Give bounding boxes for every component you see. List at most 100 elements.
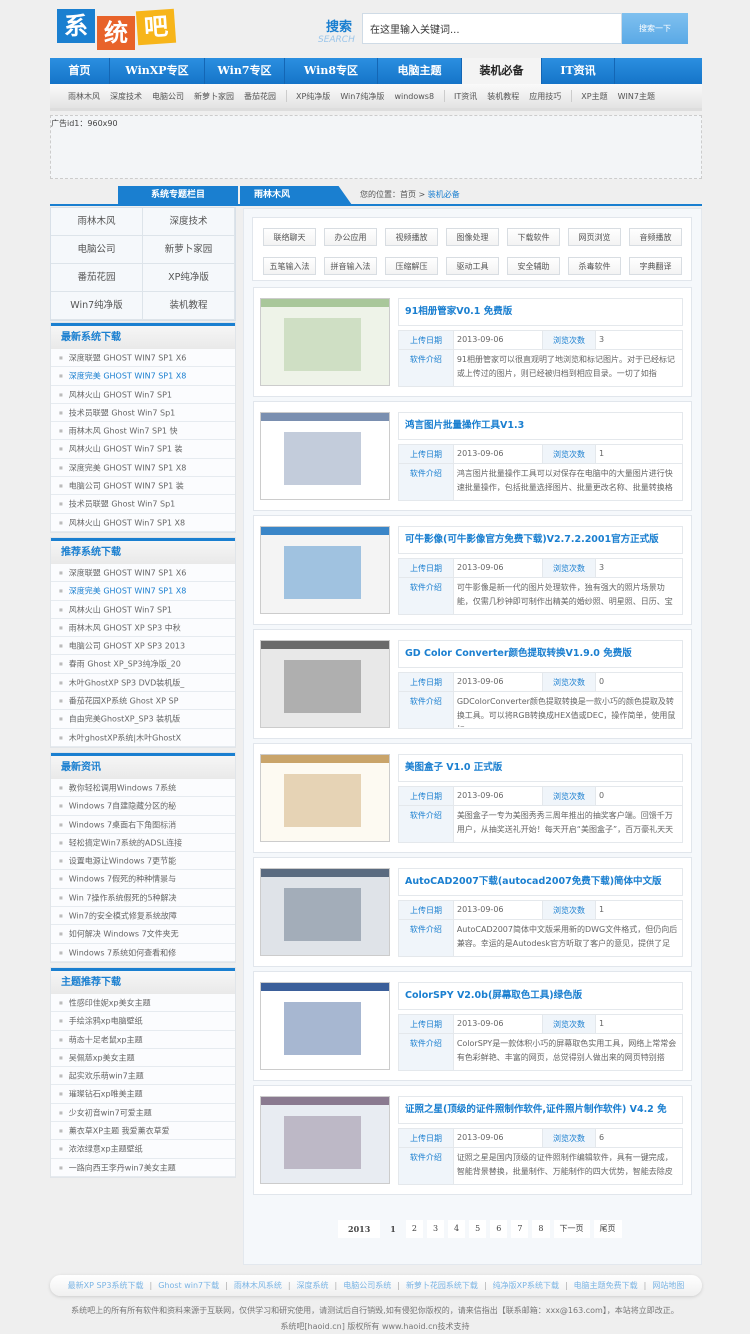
next-page-button[interactable]: 下一页 <box>553 1220 590 1238</box>
sidebar-list-item[interactable]: 教你轻松调用Windows 7系统 <box>51 779 235 798</box>
subnav-link[interactable]: 番茄花园 <box>244 91 276 102</box>
tag-button[interactable]: 下载软件 <box>507 228 560 246</box>
sidebar-list-item[interactable]: 雨林木风 Ghost Win7 SP1 快 <box>51 422 235 441</box>
page-link[interactable]: 8 <box>532 1220 550 1238</box>
software-thumbnail[interactable] <box>260 1096 390 1184</box>
sidebar-list-item[interactable]: 少女初音win7可爱主题 <box>51 1103 235 1123</box>
software-thumbnail[interactable] <box>260 412 390 500</box>
sidebar-list-item[interactable]: 璀璨钻石xp唯美主题 <box>51 1085 235 1104</box>
subnav-link[interactable]: IT资讯 <box>454 91 477 102</box>
sidebar-list-item[interactable]: Win7的安全模式修复系统故障 <box>51 907 235 926</box>
subnav-link[interactable]: 电脑公司 <box>152 91 184 102</box>
tag-button[interactable]: 字典翻译 <box>629 257 682 275</box>
sidebar-list-item[interactable]: 浓浓绿意xp主题壁纸 <box>51 1140 235 1159</box>
software-title[interactable]: GD Color Converter颜色提取转换V1.9.0 免费版 <box>398 640 683 668</box>
footer-link[interactable]: 网站地图 <box>652 1280 684 1291</box>
subnav-link[interactable]: 深度技术 <box>110 91 142 102</box>
tag-button[interactable]: 音频播放 <box>629 228 682 246</box>
category-link[interactable]: 深度技术 <box>143 208 235 236</box>
footer-link[interactable]: 电脑公司系统 <box>343 1280 391 1291</box>
software-title[interactable]: 可牛影像(可牛影像官方免费下载)V2.7.2.2001官方正式版 <box>398 526 683 554</box>
page-link[interactable]: 5 <box>469 1220 487 1238</box>
category-link[interactable]: 番茄花园 <box>51 264 143 292</box>
footer-link[interactable]: 深度系统 <box>297 1280 329 1291</box>
sidebar-list-item[interactable]: 深度联盟 GHOST WIN7 SP1 X6 <box>51 564 235 583</box>
footer-link[interactable]: 纯净版XP系统下载 <box>493 1280 559 1291</box>
software-title[interactable]: 证照之星(顶级的证件照制作软件,证件照片制作软件) V4.2 免 <box>398 1096 683 1124</box>
nav-item[interactable]: 装机必备 <box>462 58 542 84</box>
category-link[interactable]: 装机教程 <box>143 292 235 320</box>
tag-button[interactable]: 压缩解压 <box>385 257 438 275</box>
software-title[interactable]: ColorSPY V2.0b(屏幕取色工具)绿色版 <box>398 982 683 1010</box>
sidebar-list-item[interactable]: Windows 7假死的种种情景与 <box>51 870 235 889</box>
subnav-link[interactable]: 装机教程 <box>487 91 519 102</box>
sidebar-list-item[interactable]: 春雨 Ghost XP_SP3纯净版_20 <box>51 655 235 674</box>
sidebar-list-item[interactable]: 雨林木风 GHOST XP SP3 中秋 <box>51 618 235 638</box>
tag-button[interactable]: 安全辅助 <box>507 257 560 275</box>
footer-link[interactable]: 新萝卜花园系统下载 <box>406 1280 478 1291</box>
sidebar-list-item[interactable]: 深度完美 GHOST WIN7 SP1 X8 <box>51 367 235 386</box>
sidebar-list-item[interactable]: 轻松搞定Win7系统的ADSL连接 <box>51 833 235 853</box>
subnav-link[interactable]: XP纯净版 <box>296 91 330 102</box>
sidebar-list-item[interactable]: 薰衣草XP主题 我爱薰衣草爱 <box>51 1122 235 1141</box>
tag-button[interactable]: 办公应用 <box>324 228 377 246</box>
sidebar-list-item[interactable]: 电脑公司 GHOST WIN7 SP1 装 <box>51 477 235 496</box>
sidebar-list-item[interactable]: 木叶ghostXP系统|木叶GhostX <box>51 728 235 747</box>
software-thumbnail[interactable] <box>260 868 390 956</box>
sidebar-list-item[interactable]: 风林火山 GHOST Win7 SP1 <box>51 385 235 404</box>
sidebar-list-item[interactable]: 风林火山 GHOST Win7 SP1 装 <box>51 440 235 459</box>
tag-button[interactable]: 拼音输入法 <box>324 257 377 275</box>
sidebar-list-item[interactable]: Win 7操作系统假死的5种解决 <box>51 888 235 908</box>
category-link[interactable]: 雨林木风 <box>51 208 143 236</box>
sidebar-list-item[interactable]: 设置电源让Windows 7更节能 <box>51 852 235 871</box>
page-link[interactable]: 1 <box>384 1220 402 1238</box>
last-page-button[interactable]: 尾页 <box>593 1220 622 1238</box>
sidebar-list-item[interactable]: 风林火山 GHOST Win7 SP1 X8 <box>51 513 235 532</box>
tab-current-category[interactable]: 雨林木风 <box>240 186 352 205</box>
page-link[interactable]: 4 <box>448 1220 466 1238</box>
software-title[interactable]: 91相册管家V0.1 免费版 <box>398 298 683 326</box>
sidebar-list-item[interactable]: 电脑公司 GHOST XP SP3 2013 <box>51 637 235 656</box>
nav-item[interactable]: Win7专区 <box>205 58 285 84</box>
subnav-link[interactable]: XP主题 <box>581 91 607 102</box>
search-input[interactable] <box>362 13 622 44</box>
subnav-link[interactable]: 雨林木风 <box>68 91 100 102</box>
software-title[interactable]: 鸿言图片批量操作工具V1.3 <box>398 412 683 440</box>
tag-button[interactable]: 视频播放 <box>385 228 438 246</box>
tag-button[interactable]: 图像处理 <box>446 228 499 246</box>
footer-link[interactable]: 电脑主题免费下载 <box>574 1280 638 1291</box>
sidebar-list-item[interactable]: 深度完美 GHOST WIN7 SP1 X8 <box>51 582 235 601</box>
nav-item[interactable]: IT资讯 <box>542 58 615 84</box>
software-thumbnail[interactable] <box>260 982 390 1070</box>
search-button[interactable]: 搜索一下 <box>622 13 688 44</box>
sidebar-list-item[interactable]: 如何解决 Windows 7文件夹无 <box>51 925 235 944</box>
sidebar-list-item[interactable]: 技术员联盟 Ghost Win7 Sp1 <box>51 403 235 423</box>
sidebar-list-item[interactable]: 萌态十足老鼠xp主题 <box>51 1030 235 1049</box>
sidebar-list-item[interactable]: 自由完美GhostXP_SP3 装机版 <box>51 710 235 729</box>
category-link[interactable]: Win7纯净版 <box>51 292 143 320</box>
category-link[interactable]: 电脑公司 <box>51 236 143 264</box>
software-title[interactable]: 美图盒子 V1.0 正式版 <box>398 754 683 782</box>
sidebar-list-item[interactable]: 手绘涂鸦xp电脑壁纸 <box>51 1012 235 1031</box>
footer-link[interactable]: Ghost win7下载 <box>158 1280 219 1291</box>
sidebar-list-item[interactable]: 风林火山 GHOST Win7 SP1 <box>51 600 235 619</box>
software-thumbnail[interactable] <box>260 298 390 386</box>
sidebar-list-item[interactable]: 技术员联盟 Ghost Win7 Sp1 <box>51 495 235 514</box>
year-selector[interactable]: 2013 <box>338 1220 381 1238</box>
footer-link[interactable]: 最新XP SP3系统下载 <box>68 1280 144 1291</box>
page-link[interactable]: 2 <box>405 1220 423 1238</box>
sidebar-list-item[interactable]: 番茄花园XP系统 Ghost XP SP <box>51 692 235 711</box>
ad-banner[interactable]: 广告id1：960x90 <box>50 115 702 179</box>
tab-system-topics[interactable]: 系统专题栏目 <box>118 186 238 205</box>
software-thumbnail[interactable] <box>260 526 390 614</box>
tag-button[interactable]: 网页浏览 <box>568 228 621 246</box>
breadcrumb-current[interactable]: 装机必备 <box>428 190 460 199</box>
category-link[interactable]: XP纯净版 <box>143 264 235 292</box>
sidebar-list-item[interactable]: 深度联盟 GHOST WIN7 SP1 X6 <box>51 349 235 368</box>
sidebar-list-item[interactable]: 一路向西王李丹win7美女主题 <box>51 1158 235 1177</box>
subnav-link[interactable]: Win7纯净版 <box>340 91 384 102</box>
sidebar-list-item[interactable]: Windows 7系统如何查看和修 <box>51 943 235 962</box>
tag-button[interactable]: 杀毒软件 <box>568 257 621 275</box>
software-title[interactable]: AutoCAD2007下载(autocad2007免费下载)简体中文版 <box>398 868 683 896</box>
nav-item[interactable]: 首页 <box>50 58 110 84</box>
